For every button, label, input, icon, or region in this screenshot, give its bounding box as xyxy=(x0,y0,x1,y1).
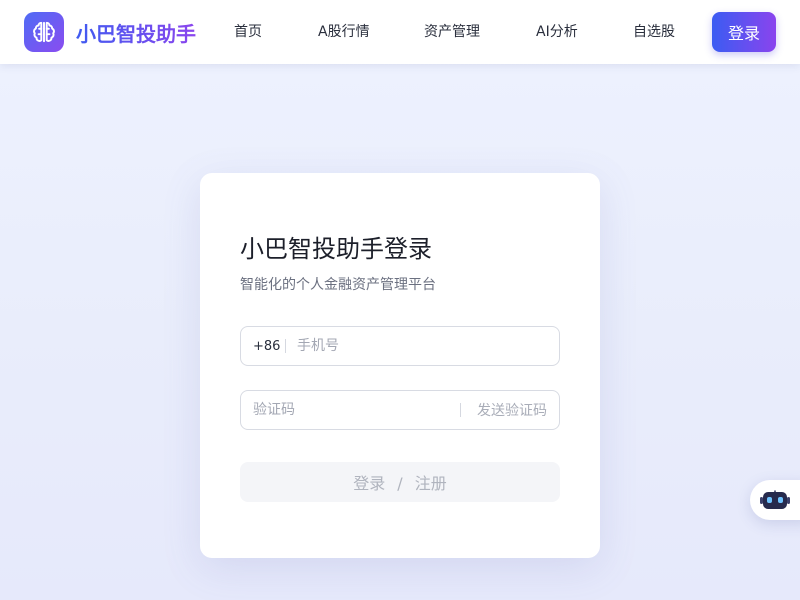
verification-code-input[interactable] xyxy=(253,391,453,429)
code-divider xyxy=(460,403,461,417)
login-subtitle: 智能化的个人金融资产管理平台 xyxy=(240,277,436,293)
submit-login-label: 登录 xyxy=(353,474,386,493)
nav-item-home[interactable]: 首页 xyxy=(234,22,262,42)
login-register-button[interactable]: 登录 / 注册 xyxy=(240,462,560,502)
country-code-prefix[interactable]: +86 xyxy=(253,338,280,356)
brain-icon xyxy=(24,12,64,52)
phone-field: +86 xyxy=(240,326,560,366)
brand-name: 小巴智投助手 xyxy=(76,18,196,47)
nav-item-ai-analysis[interactable]: AI分析 xyxy=(536,22,578,42)
submit-separator: / xyxy=(397,474,403,493)
top-navigation-bar: 小巴智投助手 首页 A股行情 资产管理 AI分析 自选股 登录 xyxy=(0,0,800,64)
nav-item-asset-management[interactable]: 资产管理 xyxy=(424,22,480,42)
login-card: 小巴智投助手登录 智能化的个人金融资产管理平台 +86 发送验证码 登录 / 注册 xyxy=(200,173,600,558)
phone-input[interactable] xyxy=(297,327,547,365)
nav-item-watchlist[interactable]: 自选股 xyxy=(633,22,675,42)
header-login-button[interactable]: 登录 xyxy=(712,12,776,52)
login-title: 小巴智投助手登录 xyxy=(240,235,432,263)
send-code-button[interactable]: 发送验证码 xyxy=(477,401,547,421)
prefix-divider xyxy=(285,339,286,353)
ai-assistant-button[interactable] xyxy=(750,480,800,520)
submit-register-label: 注册 xyxy=(414,474,447,493)
brand[interactable]: 小巴智投助手 xyxy=(24,12,196,52)
robot-icon xyxy=(760,490,790,509)
nav-item-a-share-market[interactable]: A股行情 xyxy=(318,22,370,42)
verification-code-field: 发送验证码 xyxy=(240,390,560,430)
